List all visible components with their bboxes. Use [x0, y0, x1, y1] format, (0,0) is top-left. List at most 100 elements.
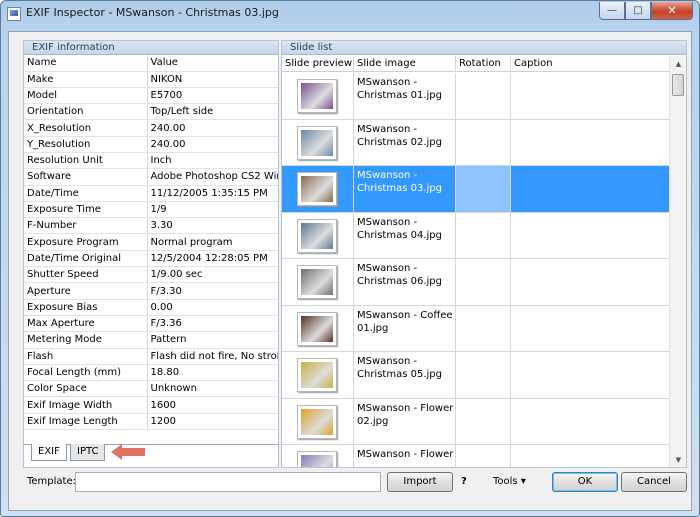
close-button[interactable]: ✕ [651, 2, 693, 20]
slide-thumbnail [297, 125, 337, 160]
slide-rotation-cell[interactable] [456, 166, 511, 212]
slide-rotation-cell[interactable] [456, 119, 511, 165]
exif-row[interactable]: Resolution Unit Inch [24, 152, 278, 170]
scroll-up-icon[interactable]: ▲ [671, 56, 686, 72]
app-icon [7, 7, 21, 21]
col-caption[interactable]: Caption [511, 56, 670, 72]
slide-rotation-cell[interactable] [456, 352, 511, 398]
exif-row[interactable]: Focal Length (mm) 18.80 [24, 364, 278, 382]
cancel-button[interactable]: Cancel [621, 472, 687, 492]
exif-col-value[interactable]: Value [147, 55, 278, 72]
exif-row-name: Make [24, 71, 148, 88]
template-input[interactable] [75, 472, 381, 492]
exif-row[interactable]: Exposure Time 1/9 [24, 201, 278, 219]
exif-row-value: Flash did not fire, No strobe return [147, 348, 278, 365]
exif-row[interactable]: Make NIKON [24, 71, 278, 88]
exif-row-name: Resolution Unit [24, 152, 148, 170]
minimize-button[interactable]: — [599, 2, 625, 20]
slide-rotation-cell[interactable] [456, 305, 511, 351]
thumbnail-image [301, 455, 333, 467]
exif-row[interactable]: Exif Image Width 1600 [24, 396, 278, 414]
slide-row[interactable]: MSwanson - Coffee 01.jpg [282, 305, 670, 352]
slide-caption-cell[interactable] [511, 213, 670, 259]
slide-caption-cell[interactable] [511, 352, 670, 398]
slide-panel-header: Slide list [282, 41, 686, 55]
slide-thumbnail [297, 218, 337, 253]
slide-caption-cell[interactable] [511, 399, 670, 445]
exif-row[interactable]: Exposure Program Normal program [24, 233, 278, 251]
slide-row[interactable]: MSwanson - Christmas 04.jpg [282, 212, 670, 259]
exif-row-value: 11/12/2005 1:35:15 PM [147, 185, 278, 202]
slide-row[interactable]: MSwanson - Christmas 06.jpg [282, 259, 670, 306]
maximize-button[interactable]: □ [625, 2, 651, 20]
exif-row[interactable]: Date/Time Original 12/5/2004 12:28:05 PM [24, 250, 278, 268]
exif-row[interactable]: Aperture F/3.30 [24, 282, 278, 300]
slide-rotation-cell[interactable] [456, 259, 511, 305]
exif-row[interactable]: F-Number 3.30 [24, 217, 278, 235]
exif-row[interactable]: Date/Time 11/12/2005 1:35:15 PM [24, 185, 278, 202]
slide-rotation-cell[interactable] [456, 445, 511, 467]
exif-row-value: 12/5/2004 12:28:05 PM [147, 250, 278, 268]
minimize-icon: — [607, 5, 617, 16]
thumbnail-image [301, 362, 333, 388]
exif-row[interactable]: Max Aperture F/3.36 [24, 315, 278, 333]
window-title: EXIF Inspector - MSwanson - Christmas 03… [26, 6, 279, 19]
exif-row[interactable]: Y_Resolution 240.00 [24, 136, 278, 153]
slide-table-header: Slide preview Slide image Rotation Capti… [282, 56, 670, 72]
slide-caption-cell[interactable] [511, 73, 670, 119]
exif-row-value: F/3.30 [147, 282, 278, 300]
slide-caption-cell[interactable] [511, 445, 670, 467]
scrollbar-thumb[interactable] [672, 74, 684, 96]
slide-rotation-cell[interactable] [456, 212, 511, 258]
exif-row-name: Exif Image Width [24, 396, 148, 414]
exif-row-name: Date/Time Original [24, 250, 148, 268]
slide-row[interactable]: MSwanson - Christmas 05.jpg [282, 352, 670, 399]
slide-thumbnail [297, 404, 337, 439]
exif-row-name: Color Space [24, 380, 148, 398]
exif-row[interactable]: Color Space Unknown [24, 380, 278, 398]
ok-button[interactable]: OK [552, 472, 618, 492]
title-bar[interactable]: EXIF Inspector - MSwanson - Christmas 03… [1, 1, 699, 31]
slide-row[interactable]: MSwanson - Christmas 02.jpg [282, 119, 670, 166]
tab-iptc[interactable]: IPTC [70, 444, 106, 461]
exif-row[interactable]: Metering Mode Pattern [24, 331, 278, 349]
exif-row[interactable]: Exposure Bias 0.00 [24, 299, 278, 316]
col-slide-image[interactable]: Slide image [354, 56, 456, 72]
exif-row-value: Top/Left side [147, 103, 278, 121]
help-button[interactable]: ? [461, 476, 467, 487]
exif-row-name: F-Number [24, 217, 148, 235]
exif-row-value: NIKON [147, 71, 278, 88]
exif-row[interactable]: SoftwareAdobe Photoshop CS2 Windows [24, 168, 278, 186]
exif-row[interactable]: Model E5700 [24, 87, 278, 105]
slide-row[interactable]: MSwanson - Flower 02.jpg [282, 398, 670, 445]
exif-row[interactable]: Orientation Top/Left side [24, 103, 278, 121]
exif-row[interactable]: Exif Image Length 1200 [24, 413, 278, 431]
slide-row[interactable]: MSwanson - Christmas 03.jpg [282, 166, 670, 213]
exif-col-name[interactable]: Name [24, 55, 148, 72]
col-rotation[interactable]: Rotation [456, 56, 511, 72]
exif-row[interactable]: X_Resolution 240.00 [24, 119, 278, 137]
exif-row-value: 1/9.00 sec [147, 266, 278, 284]
col-slide-preview[interactable]: Slide preview [282, 56, 354, 72]
slide-caption-cell[interactable] [511, 120, 670, 166]
slide-row[interactable]: MSwanson - Christmas 01.jpg [282, 73, 670, 120]
exif-row[interactable]: Shutter Speed 1/9.00 sec [24, 266, 278, 284]
exif-row[interactable]: FlashFlash did not fire, No strobe retur… [24, 348, 278, 365]
slide-rotation-cell[interactable] [456, 73, 511, 119]
slide-row[interactable]: MSwanson - Flower [282, 445, 670, 467]
slide-rotation-cell[interactable] [456, 398, 511, 444]
slide-caption-cell[interactable] [511, 166, 670, 212]
exif-table-header: Name Value [24, 55, 278, 72]
tab-exif[interactable]: EXIF [31, 444, 67, 461]
exif-table[interactable]: Name Value Make NIKON Model E5700 Orientatio… [24, 55, 278, 431]
exif-row-value: 3.30 [147, 217, 278, 235]
exif-row-name: Flash [24, 348, 148, 365]
scroll-down-icon[interactable]: ▼ [671, 452, 686, 467]
slide-caption-cell[interactable] [511, 306, 670, 352]
tools-menu-button[interactable]: Tools ▾ [493, 476, 526, 487]
thumbnail-image [301, 222, 333, 249]
import-button[interactable]: Import [387, 472, 453, 492]
exif-row-name: X_Resolution [24, 119, 148, 137]
slide-caption-cell[interactable] [511, 259, 670, 305]
slide-list-scrollbar[interactable]: ▲ ▼ [669, 56, 686, 467]
